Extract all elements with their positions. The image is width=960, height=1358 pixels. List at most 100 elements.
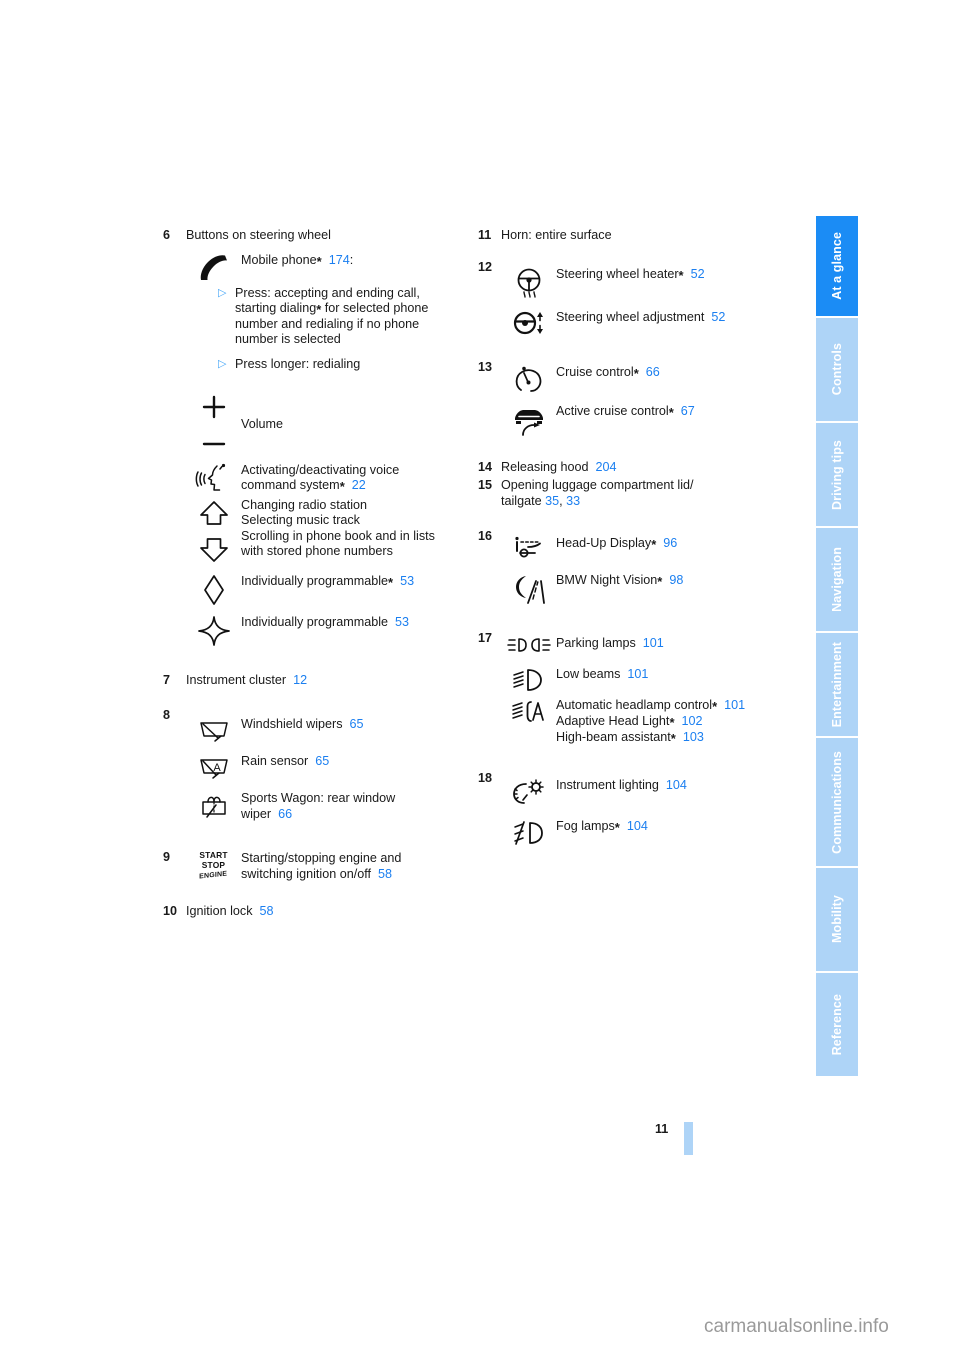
programmable-star-entry: Individually programmable 53 <box>163 614 463 647</box>
phone-bullets: ▷ Press: accepting and ending call, star… <box>218 286 463 373</box>
option-asterisk: * <box>657 574 663 590</box>
page-ref[interactable]: 101 <box>724 698 745 712</box>
fog-lamps-entry: Fog lamps* 104 <box>501 818 808 847</box>
option-asterisk: * <box>668 404 674 420</box>
page-ref[interactable]: 53 <box>395 615 409 629</box>
page-ref[interactable]: 35 <box>545 494 559 508</box>
start-stop-engine-icon: START STOP ENGINE <box>186 850 241 881</box>
page-ref[interactable]: 52 <box>711 310 725 324</box>
active-cruise-control-entry: Active cruise control* 67 <box>501 403 808 436</box>
tab-label: Mobility <box>829 895 844 944</box>
tab-label: Entertainment <box>829 641 844 728</box>
tab-at-a-glance[interactable]: At a glance <box>816 216 858 316</box>
page-ref[interactable]: 103 <box>683 730 704 744</box>
tab-driving-tips[interactable]: Driving tips <box>816 423 858 526</box>
rear-window-wiper-entry: Sports Wagon: rear window wiper 66 <box>186 790 463 822</box>
tab-communications[interactable]: Communications <box>816 738 858 866</box>
volume-entry: Volume <box>163 393 463 448</box>
bullet-text: Press longer: redialing <box>235 356 361 371</box>
label-text: Adaptive Head Light <box>556 713 670 728</box>
list-item-18: 18 Instrument lighting 104 Fog lamps* 10… <box>478 771 808 847</box>
label-text: Active cruise control <box>556 403 669 418</box>
label-text: Instrument lighting <box>556 778 659 793</box>
parking-lamps-entry: Parking lamps 101 <box>501 635 808 654</box>
page-ref[interactable]: 65 <box>315 754 329 768</box>
label-text: Steering wheel heater <box>556 266 679 281</box>
parking-lamps-label: Parking lamps 101 <box>556 635 808 652</box>
list-item-13: 13 Cruise control* 66 Active cruise cont… <box>478 360 808 436</box>
instrument-lighting-label: Instrument lighting 104 <box>556 777 808 794</box>
separator: , <box>559 493 563 508</box>
scroll-label: Changing radio station Selecting music t… <box>241 497 463 560</box>
page-ref[interactable]: 65 <box>350 717 364 731</box>
list-item-9: 9 START STOP ENGINE Starting/stopping en… <box>163 850 463 882</box>
page-ref[interactable]: 96 <box>663 536 677 550</box>
list-item-17: 17 Parking lamps 101 Low beams 101 Autom… <box>478 631 808 745</box>
diamond-icon <box>186 573 241 606</box>
option-asterisk: * <box>670 730 676 746</box>
item-label: Ignition lock 58 <box>186 904 463 920</box>
page-ref[interactable]: 53 <box>400 574 414 588</box>
tab-reference[interactable]: Reference <box>816 973 858 1076</box>
night-vision-entry: BMW Night Vision* 98 <box>501 572 808 605</box>
stop-text: STOP <box>201 859 226 870</box>
label-text: Ignition lock <box>186 903 253 918</box>
start-stop-entry: START STOP ENGINE Starting/stopping engi… <box>186 850 463 882</box>
tab-navigation[interactable]: Navigation <box>816 528 858 631</box>
engine-text: ENGINE <box>199 870 228 881</box>
option-asterisk: * <box>388 574 394 590</box>
tab-label: Driving tips <box>829 439 844 510</box>
tab-label: Communications <box>829 750 844 854</box>
page-ref[interactable]: 101 <box>643 636 664 650</box>
item-number: 16 <box>478 529 493 544</box>
option-asterisk: * <box>316 253 322 269</box>
page-ref[interactable]: 22 <box>352 478 366 492</box>
cruise-control-label: Cruise control* 66 <box>556 364 808 381</box>
page-ref[interactable]: 174 <box>329 253 350 267</box>
page-ref[interactable]: 98 <box>669 573 683 587</box>
scroll-arrows-entry: Changing radio station Selecting music t… <box>163 497 463 563</box>
page-ref[interactable]: 101 <box>627 667 648 681</box>
list-item-11: 11 Horn: entire surface <box>478 228 808 244</box>
page-ref[interactable]: 52 <box>691 267 705 281</box>
fog-lamps-icon <box>501 818 556 847</box>
instrument-lighting-entry: Instrument lighting 104 <box>501 777 808 808</box>
list-item-8: 8 Windshield wipers 65 A Rain sensor 65 … <box>163 708 463 822</box>
page-ref[interactable]: 58 <box>378 867 392 881</box>
page-ref[interactable]: 58 <box>260 904 274 918</box>
page-ref[interactable]: 104 <box>666 778 687 792</box>
item-number: 15 <box>478 478 493 493</box>
scroll-arrow-icons <box>186 497 241 563</box>
voice-command-label: Activating/deactivating voice command sy… <box>241 462 463 494</box>
option-asterisk: * <box>712 699 718 715</box>
page-ref[interactable]: 67 <box>681 404 695 418</box>
label-text: Individually programmable <box>241 614 388 629</box>
label-line-4: with stored phone numbers <box>241 544 393 559</box>
plus-icon <box>202 395 225 418</box>
item-title: Buttons on steering wheel <box>186 228 331 242</box>
fog-lamps-label: Fog lamps* 104 <box>556 818 808 835</box>
label-line-1: Activating/deactivating voice <box>241 462 400 477</box>
mobile-phone-label: Mobile phone* 174: <box>241 252 463 269</box>
steering-wheel-adjustment-entry: Steering wheel adjustment 52 <box>501 309 808 336</box>
tab-controls[interactable]: Controls <box>816 318 858 421</box>
label-line-2: wiper <box>241 806 272 821</box>
option-asterisk: * <box>339 479 345 495</box>
page-ref[interactable]: 66 <box>646 365 660 379</box>
automatic-headlamp-entry: Automatic headlamp control* 101 Adaptive… <box>501 697 808 745</box>
page-ref[interactable]: 66 <box>278 807 292 821</box>
windshield-wiper-label: Windshield wipers 65 <box>241 716 463 733</box>
page-ref[interactable]: 33 <box>566 494 580 508</box>
arrow-down-icon <box>199 537 228 562</box>
page-ref[interactable]: 204 <box>596 460 617 474</box>
label-text: Individually programmable <box>241 573 388 588</box>
label-text: Parking lamps <box>556 636 636 651</box>
tab-mobility[interactable]: Mobility <box>816 868 858 971</box>
steering-wheel-heater-label: Steering wheel heater* 52 <box>556 266 808 283</box>
parking-lamps-icon <box>501 635 556 654</box>
page-ref[interactable]: 12 <box>293 673 307 687</box>
page-ref[interactable]: 104 <box>627 819 648 833</box>
page-ref[interactable]: 102 <box>682 714 703 728</box>
list-item-bullet: ▷ Press: accepting and ending call, star… <box>218 286 463 348</box>
tab-entertainment[interactable]: Entertainment <box>816 633 858 736</box>
